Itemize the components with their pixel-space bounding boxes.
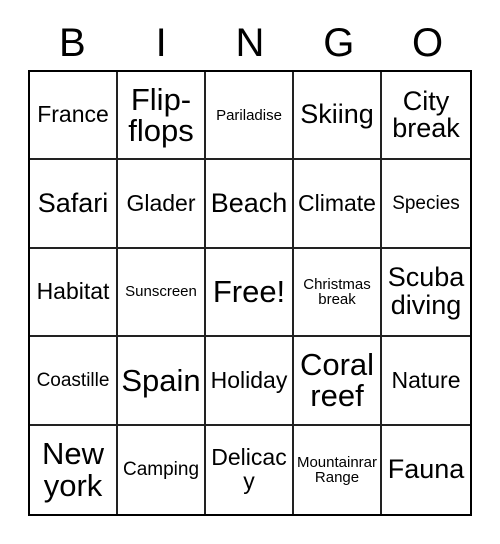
bingo-cell-label: Skiing [300, 99, 374, 130]
bingo-cell-label: Coastille [36, 369, 110, 391]
bingo-cell-label: Species [392, 192, 460, 214]
bingo-cell-r1c2[interactable]: Flip-flops [118, 72, 206, 161]
bingo-cell-r4c5[interactable]: Nature [382, 337, 470, 426]
bingo-cell-label: Glader [126, 189, 196, 216]
bingo-cell-label: Safari [37, 187, 109, 218]
bingo-cell-r2c4[interactable]: Climate [294, 160, 382, 249]
bingo-cell-r1c1[interactable]: France [30, 72, 118, 161]
bingo-cell-label: New york [41, 436, 104, 503]
bingo-cell-label: City break [392, 85, 460, 144]
bingo-cell-r3c1[interactable]: Habitat [30, 248, 118, 338]
header-letter-b: B [59, 21, 86, 65]
bingo-cell-r4c3[interactable]: Holiday [206, 337, 294, 426]
bingo-cell-label: Nature [391, 366, 461, 393]
bingo-header-row: B I N G O [28, 16, 472, 70]
bingo-cell-label: Christmas break [303, 275, 371, 308]
bingo-cell-label: Scuba diving [387, 262, 465, 320]
bingo-cell-r1c3[interactable]: Pariladise [206, 72, 294, 161]
bingo-cell-label: Camping [122, 459, 200, 481]
bingo-cell-r1c4[interactable]: Skiing [294, 72, 382, 161]
bingo-cell-r1c5[interactable]: City break [382, 72, 470, 161]
bingo-cell-label: Spain [121, 362, 201, 398]
bingo-card: B I N G O France Flip-flops Pariladise S… [0, 0, 500, 544]
bingo-cell-r3c5[interactable]: Scuba diving [382, 248, 470, 338]
bingo-cell-r5c4[interactable]: Mountainrar Range [294, 425, 382, 514]
header-letter-g: G [323, 21, 355, 65]
bingo-cell-r5c5[interactable]: Fauna [382, 425, 470, 514]
bingo-cell-label: Climate [298, 189, 376, 216]
bingo-cell-r2c5[interactable]: Species [382, 160, 470, 249]
bingo-cell-r2c1[interactable]: Safari [30, 160, 118, 249]
bingo-cell-r5c1[interactable]: New york [30, 425, 118, 514]
bingo-cell-r3c2[interactable]: Sunscreen [118, 248, 206, 338]
bingo-cell-label: Holiday [210, 366, 288, 393]
bingo-cell-r2c3[interactable]: Beach [206, 160, 294, 249]
bingo-cell-r3c4[interactable]: Christmas break [294, 248, 382, 338]
bingo-cell-label: Beach [210, 187, 288, 218]
header-letter-n: N [235, 21, 265, 65]
bingo-cell-label: Flip-flops [128, 81, 194, 149]
bingo-cell-label: Mountainrar Range [296, 453, 378, 486]
bingo-cell-label: France [37, 101, 109, 128]
bingo-cell-label: Habitat [36, 278, 110, 305]
bingo-cell-r4c1[interactable]: Coastille [30, 337, 118, 426]
bingo-cell-free-space[interactable]: Free! [206, 248, 294, 338]
free-space-label: Free! [212, 274, 286, 310]
bingo-cell-label: Fauna [387, 454, 465, 485]
bingo-cell-label: Coral reef [299, 346, 375, 414]
bingo-cell-r2c2[interactable]: Glader [118, 160, 206, 249]
bingo-cell-label: Pariladise [216, 106, 282, 124]
header-letter-i: I [155, 21, 167, 65]
header-letter-o: O [412, 21, 444, 65]
bingo-cell-r4c2[interactable]: Spain [118, 337, 206, 426]
bingo-cell-label: Delicacy [211, 444, 287, 494]
bingo-cell-r5c2[interactable]: Camping [118, 425, 206, 514]
bingo-cell-label: Sunscreen [125, 283, 197, 301]
bingo-cell-r5c3[interactable]: Delicacy [206, 425, 294, 514]
bingo-grid: France Flip-flops Pariladise Skiing City… [28, 70, 472, 516]
bingo-cell-r4c4[interactable]: Coral reef [294, 337, 382, 426]
